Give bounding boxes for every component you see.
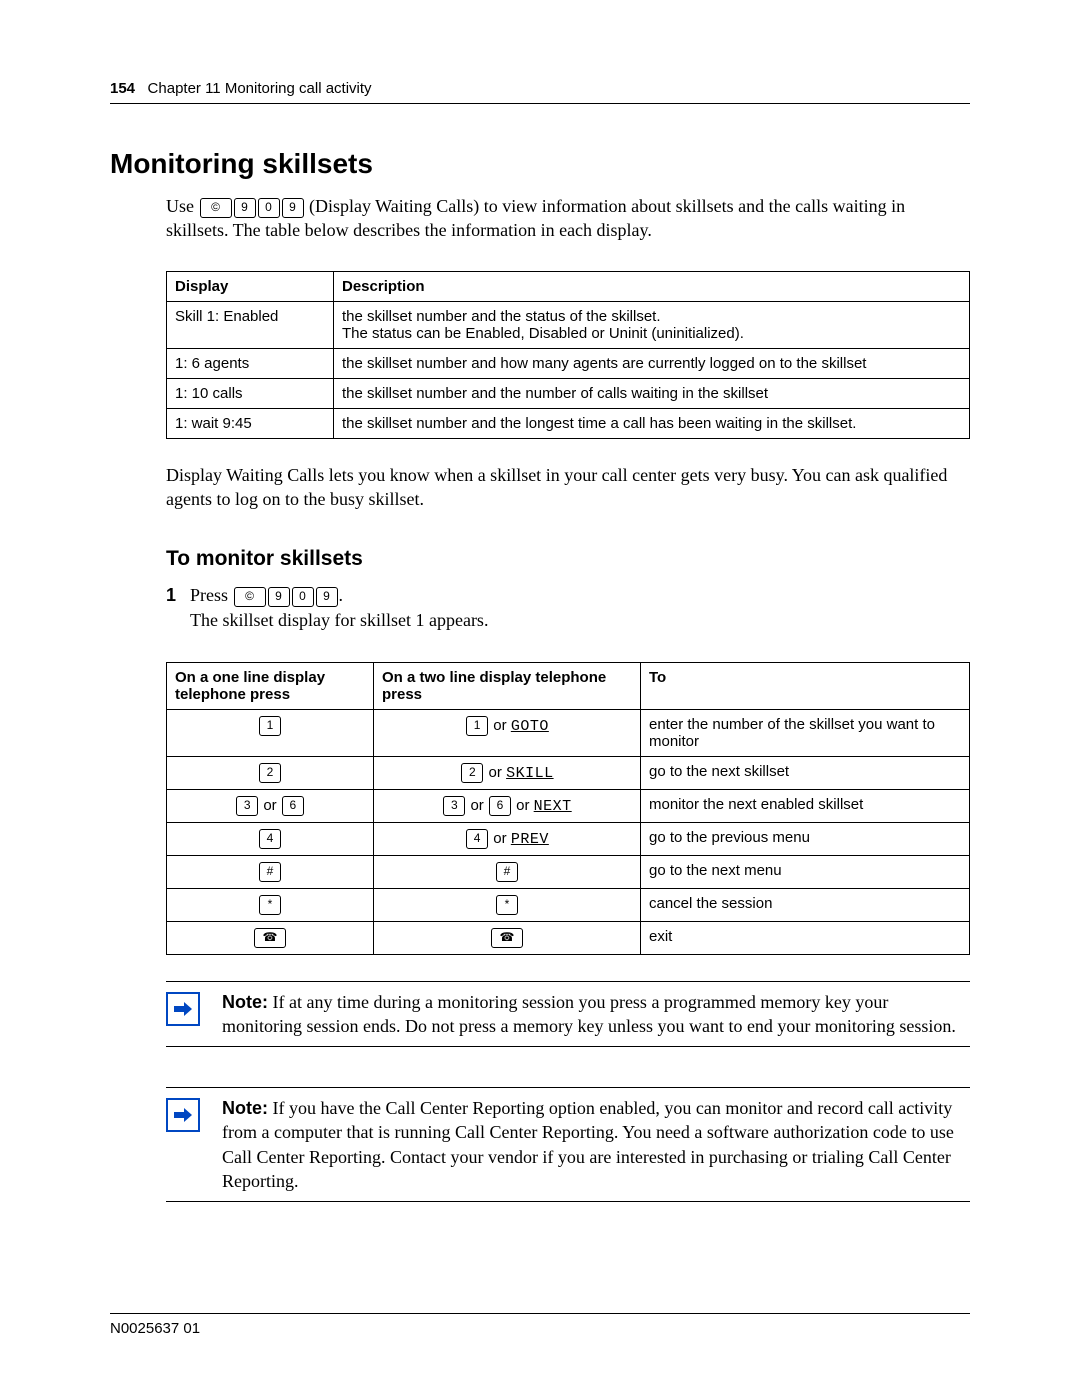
col-one-line: On a one line display telephone press [167, 662, 374, 709]
table-row: 22 or SKILLgo to the next skillset [167, 756, 970, 789]
keycap-icon: 3 [236, 796, 258, 816]
note-1-text: Note: If at any time during a monitoring… [222, 990, 970, 1039]
action-description: exit [641, 921, 970, 954]
press-label: Press [190, 585, 228, 605]
keycap-icon: 6 [489, 796, 511, 816]
keycap-icon: * [496, 895, 518, 915]
table-row: 3 or 63 or 6 or NEXTmonitor the next ena… [167, 789, 970, 822]
key-0: 0 [292, 587, 314, 607]
keycap-icon: # [496, 862, 518, 882]
running-head: 154 Chapter 11 Monitoring call activity [110, 80, 970, 104]
key-9: 9 [268, 587, 290, 607]
table-row: # # go to the next menu [167, 855, 970, 888]
page-title: Monitoring skillsets [110, 148, 970, 180]
softkey-label: GOTO [511, 718, 549, 735]
action-description: go to the next skillset [641, 756, 970, 789]
key-9: 9 [234, 198, 256, 218]
keycap-icon: 2 [259, 763, 281, 783]
keycap-icon: 3 [443, 796, 465, 816]
keycap-icon: 6 [282, 796, 304, 816]
keypress-table: On a one line display telephone press On… [166, 662, 970, 955]
action-description: monitor the next enabled skillset [641, 789, 970, 822]
feature-key-icon: © [234, 587, 266, 607]
display-description-table: Display Description Skill 1: Enabledthe … [166, 271, 970, 439]
table-row: 44 or PREVgo to the previous menu [167, 822, 970, 855]
feature-key-icon: © [200, 198, 232, 218]
action-description: go to the previous menu [641, 822, 970, 855]
col-two-line: On a two line display telephone press [374, 662, 641, 709]
arrow-right-icon [166, 992, 200, 1026]
intro-prefix: Use [166, 196, 194, 216]
key-0: 0 [258, 198, 280, 218]
table-row: * * cancel the session [167, 888, 970, 921]
table-header-row: On a one line display telephone press On… [167, 662, 970, 709]
table-row: ☎ ☎ exit [167, 921, 970, 954]
step-1: 1Press ©909. The skillset display for sk… [166, 583, 970, 633]
keycap-icon: # [259, 862, 281, 882]
page-number: 154 [110, 80, 135, 97]
keycap-icon: * [259, 895, 281, 915]
col-description: Description [334, 271, 970, 301]
paragraph: Display Waiting Calls lets you know when… [166, 463, 970, 512]
procedure-list: 1Press ©909. The skillset display for sk… [166, 583, 970, 633]
step-number: 1 [166, 583, 190, 608]
keycap-icon: 4 [466, 829, 488, 849]
softkey-label: SKILL [506, 765, 554, 782]
softkey-label: PREV [511, 831, 549, 848]
page: 154 Chapter 11 Monitoring call activity … [0, 0, 1080, 1397]
keycap-icon: ☎ [254, 928, 286, 948]
note-2: Note: If you have the Call Center Report… [166, 1087, 970, 1202]
table-row: Skill 1: Enabledthe skillset number and … [167, 301, 970, 348]
intro-paragraph: Use ©909 (Display Waiting Calls) to view… [166, 194, 970, 243]
note-1: Note: If at any time during a monitoring… [166, 981, 970, 1048]
action-description: go to the next menu [641, 855, 970, 888]
step-1-line2: The skillset display for skillset 1 appe… [190, 608, 970, 633]
chapter-label: Chapter 11 Monitoring call activity [148, 80, 372, 97]
note-2-text: Note: If you have the Call Center Report… [222, 1096, 970, 1193]
key-9b: 9 [316, 587, 338, 607]
keycap-icon: ☎ [491, 928, 523, 948]
keycap-icon: 4 [259, 829, 281, 849]
action-description: cancel the session [641, 888, 970, 921]
table-row: 11 or GOTOenter the number of the skills… [167, 709, 970, 756]
arrow-right-icon [166, 1098, 200, 1132]
col-to: To [641, 662, 970, 709]
keycap-icon: 2 [461, 763, 483, 783]
action-description: enter the number of the skillset you wan… [641, 709, 970, 756]
table-row: 1: wait 9:45the skillset number and the … [167, 408, 970, 438]
key-9b: 9 [282, 198, 304, 218]
col-display: Display [167, 271, 334, 301]
keycap-icon: 1 [259, 716, 281, 736]
table-row: 1: 10 callsthe skillset number and the n… [167, 378, 970, 408]
keycap-icon: 1 [466, 716, 488, 736]
table-header-row: Display Description [167, 271, 970, 301]
softkey-label: NEXT [534, 798, 572, 815]
subheading: To monitor skillsets [166, 547, 970, 571]
footer-doc-id: N0025637 01 [110, 1313, 970, 1337]
table-row: 1: 6 agentsthe skillset number and how m… [167, 348, 970, 378]
